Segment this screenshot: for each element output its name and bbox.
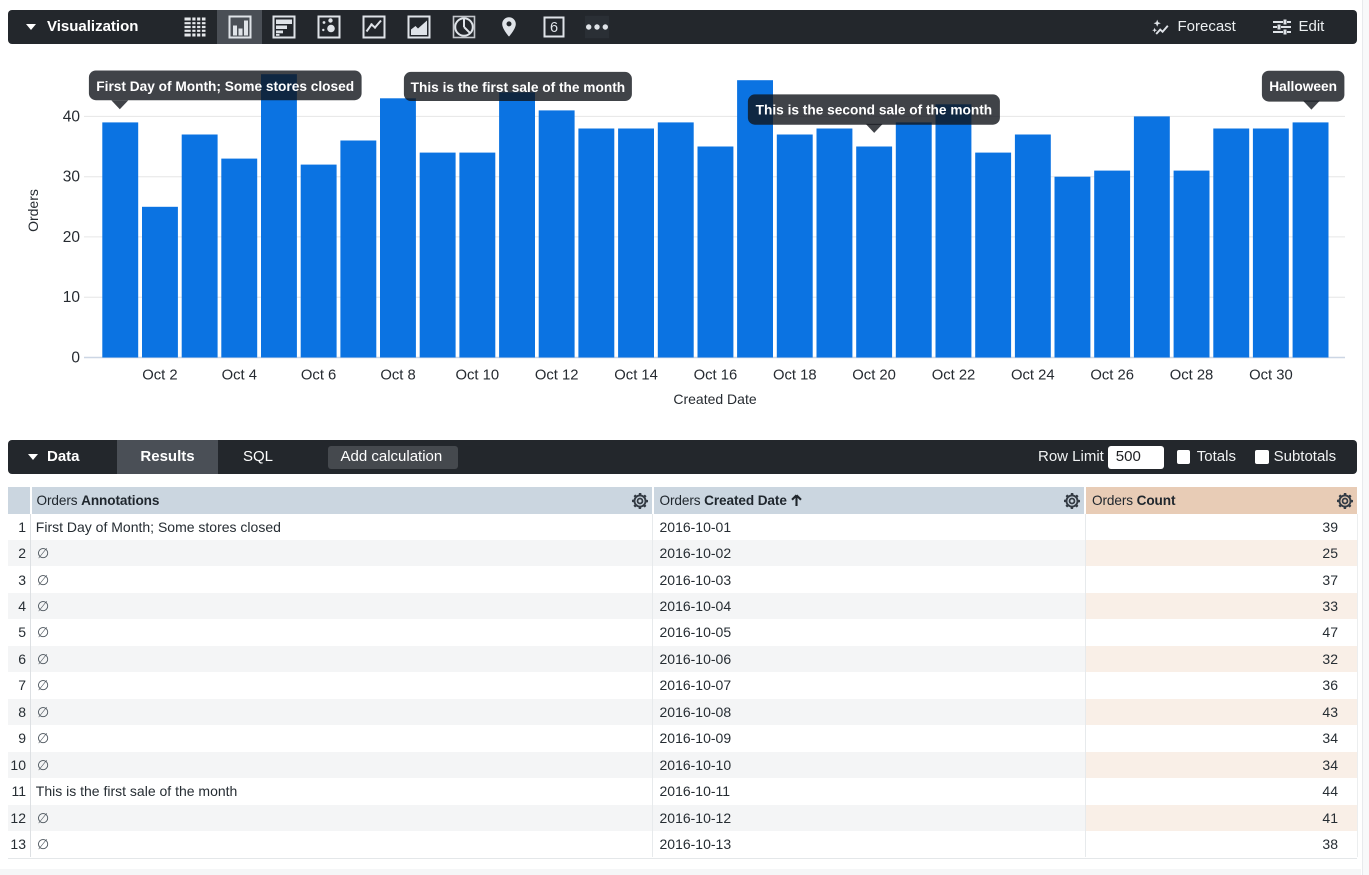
- svg-text:Orders: Orders: [25, 189, 41, 232]
- svg-text:Halloween: Halloween: [1269, 79, 1337, 94]
- svg-text:Oct 20: Oct 20: [852, 368, 896, 384]
- svg-text:Oct 14: Oct 14: [614, 368, 658, 384]
- svg-text:Oct 2: Oct 2: [142, 368, 177, 384]
- svg-text:Oct 6: Oct 6: [301, 368, 336, 384]
- svg-text:This is the second sale of the: This is the second sale of the month: [756, 103, 993, 118]
- svg-text:20: 20: [63, 229, 81, 246]
- svg-text:Oct 30: Oct 30: [1249, 368, 1293, 384]
- svg-text:Oct 10: Oct 10: [456, 368, 500, 384]
- svg-text:Oct 22: Oct 22: [932, 368, 976, 384]
- svg-text:Oct 18: Oct 18: [773, 368, 817, 384]
- svg-text:10: 10: [63, 289, 81, 306]
- svg-text:Oct 24: Oct 24: [1011, 368, 1055, 384]
- svg-text:This is the first sale of the: This is the first sale of the month: [411, 80, 625, 95]
- svg-text:Oct 4: Oct 4: [222, 368, 257, 384]
- svg-text:Oct 12: Oct 12: [535, 368, 579, 384]
- svg-text:Oct 28: Oct 28: [1170, 368, 1214, 384]
- svg-text:Oct 16: Oct 16: [694, 368, 738, 384]
- svg-text:30: 30: [63, 169, 81, 186]
- svg-text:0: 0: [71, 350, 80, 367]
- svg-text:Oct 26: Oct 26: [1090, 368, 1134, 384]
- svg-text:First Day of Month; Some store: First Day of Month; Some stores closed: [96, 79, 354, 94]
- svg-text:6: 6: [549, 20, 557, 36]
- svg-text:40: 40: [63, 108, 81, 125]
- svg-text:Created Date: Created Date: [673, 391, 756, 407]
- svg-text:Oct 8: Oct 8: [380, 368, 415, 384]
